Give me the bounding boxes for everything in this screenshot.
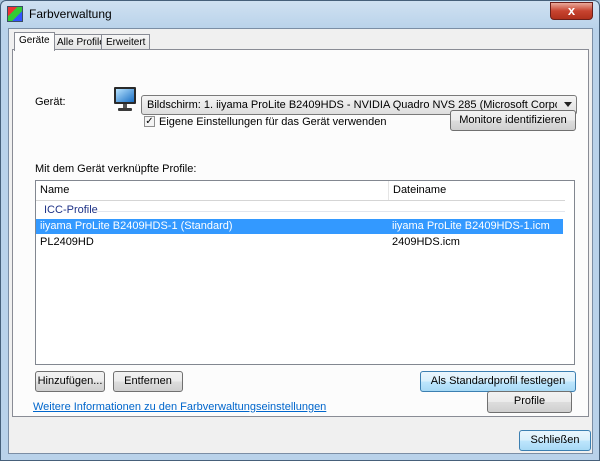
group-divider [96, 211, 566, 212]
set-default-profile-button[interactable]: Als Standardprofil festlegen [420, 371, 576, 392]
profile-name: PL2409HD [40, 236, 94, 248]
own-settings-label: Eigene Einstellungen für das Gerät verwe… [159, 116, 387, 128]
column-header-name[interactable]: Name [36, 181, 388, 200]
profile-row[interactable]: PL2409HD 2409HDS.icm [36, 235, 563, 250]
color-management-icon [7, 6, 23, 22]
profiles-button[interactable]: Profile [487, 391, 572, 413]
column-header-filename[interactable]: Dateiname [388, 181, 574, 200]
tab-devices[interactable]: Geräte [14, 32, 55, 51]
close-window-button[interactable]: x [550, 2, 593, 20]
chevron-down-icon [564, 102, 572, 107]
monitor-icon [114, 87, 136, 111]
identify-monitors-button[interactable]: Monitore identifizieren [450, 110, 576, 131]
color-management-window: Farbverwaltung x Geräte Alle Profile Erw… [0, 0, 600, 461]
add-profile-button[interactable]: Hinzufügen... [35, 371, 105, 392]
close-button[interactable]: Schließen [519, 430, 591, 451]
window-title: Farbverwaltung [29, 7, 112, 21]
devices-panel: Gerät: Bildschirm: 1. iiyama ProLite B24… [12, 49, 589, 417]
group-header-icc: ICC-Profile [44, 204, 98, 216]
title-bar[interactable]: Farbverwaltung x [1, 1, 599, 27]
list-scroll-area [565, 200, 574, 364]
profile-filename: iiyama ProLite B2409HDS-1.icm [392, 220, 550, 232]
profiles-section-label: Mit dem Gerät verknüpfte Profile: [35, 163, 197, 175]
tab-advanced[interactable]: Erweitert [101, 34, 151, 50]
profile-row[interactable]: iiyama ProLite B2409HDS-1 (Standard) iiy… [36, 219, 563, 234]
profile-filename: 2409HDS.icm [392, 236, 460, 248]
dialog-client: Geräte Alle Profile Erweitert Gerät: Bil… [8, 28, 593, 454]
profile-name: iiyama ProLite B2409HDS-1 (Standard) [40, 220, 233, 232]
remove-profile-button[interactable]: Entfernen [113, 371, 183, 392]
profiles-list[interactable]: Name Dateiname ICC-Profile iiyama ProLit… [35, 180, 575, 365]
own-settings-checkbox[interactable]: ✓ [144, 116, 155, 127]
more-info-link[interactable]: Weitere Informationen zu den Farbverwalt… [33, 401, 326, 413]
list-header: Name Dateiname [36, 181, 574, 201]
device-label: Gerät: [35, 96, 66, 108]
